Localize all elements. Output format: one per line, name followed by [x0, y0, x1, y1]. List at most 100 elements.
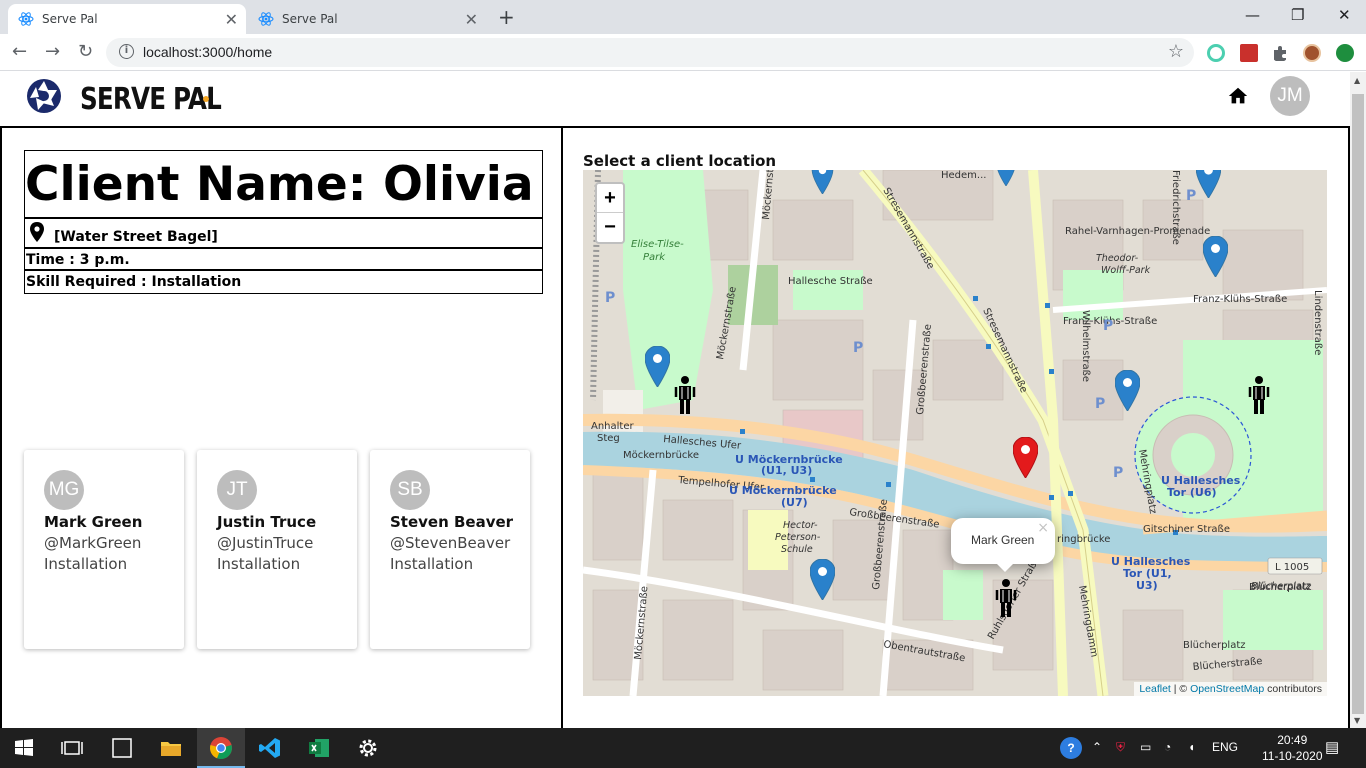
- server-card[interactable]: SB Steven Beaver @StevenBeaver Installat…: [370, 450, 530, 649]
- wifi-icon[interactable]: ◔: [1164, 740, 1171, 754]
- home-icon[interactable]: [1227, 85, 1249, 107]
- server-handle: @StevenBeaver: [390, 534, 511, 552]
- antivirus-icon[interactable]: ⛨: [1116, 740, 1125, 755]
- aperture-logo-icon: [27, 79, 61, 113]
- server-worker-icon[interactable]: [995, 578, 1017, 618]
- location-pin-icon: [30, 222, 44, 242]
- tray-chevron-up-icon[interactable]: ⌃: [1092, 740, 1102, 754]
- map-label: Lindenstraße: [1312, 290, 1323, 355]
- server-worker-icon[interactable]: [674, 375, 696, 415]
- language-indicator[interactable]: ENG: [1212, 740, 1238, 754]
- zoom-out-button[interactable]: −: [597, 213, 623, 242]
- zoom-in-button[interactable]: +: [597, 184, 623, 213]
- map-label: Anhalter: [591, 421, 634, 432]
- scroll-down-icon[interactable]: ▼: [1354, 716, 1360, 725]
- svg-text:P: P: [853, 340, 863, 356]
- reload-icon[interactable]: ↻: [78, 41, 93, 62]
- app-window-icon[interactable]: [110, 736, 134, 760]
- map-label: Hector-: [783, 520, 818, 531]
- browser-tab-2[interactable]: Serve Pal ✕: [248, 4, 486, 34]
- osm-link[interactable]: OpenStreetMap: [1190, 683, 1264, 695]
- new-tab-button[interactable]: +: [498, 5, 515, 29]
- volume-icon[interactable]: ◖: [1188, 740, 1195, 754]
- notification-icon[interactable]: ▤: [1325, 738, 1339, 756]
- profile-avatar-icon[interactable]: [1303, 44, 1321, 62]
- scroll-up-icon[interactable]: ▲: [1354, 76, 1360, 85]
- browser-toolbar: ← → ↻ i localhost:3000/home ☆: [0, 34, 1366, 71]
- extension-icon[interactable]: [1240, 44, 1258, 62]
- attribution-tail: contributors: [1264, 683, 1322, 695]
- battery-icon[interactable]: ▭: [1140, 740, 1151, 754]
- map-label: Tor (U6): [1167, 486, 1217, 499]
- react-icon: [18, 12, 34, 26]
- location-marker-icon[interactable]: [1196, 170, 1221, 198]
- user-avatar[interactable]: JM: [1270, 76, 1310, 116]
- server-worker-icon[interactable]: [1248, 375, 1270, 415]
- map-label: (U7): [781, 496, 808, 509]
- location-marker-icon[interactable]: [1203, 236, 1228, 277]
- client-location-row: [Water Street Bagel]: [25, 219, 542, 249]
- location-marker-icon[interactable]: [1115, 370, 1140, 411]
- map-label: Theodor-: [1096, 253, 1139, 264]
- map-title: Select a client location: [583, 152, 777, 170]
- map-label: Peterson-: [775, 532, 821, 543]
- map-panel: Select a client location Hallesches Ufer…: [563, 128, 1350, 728]
- scrollbar-thumb[interactable]: [1352, 94, 1364, 714]
- location-marker-icon[interactable]: [996, 170, 1016, 186]
- server-card[interactable]: MG Mark Green @MarkGreen Installation: [24, 450, 184, 649]
- server-handle: @JustinTruce: [217, 534, 314, 552]
- client-panel: Client Name: Olivia [Water Street Bagel]…: [0, 128, 563, 728]
- task-view-icon[interactable]: [60, 736, 84, 760]
- map-popup: Mark Green ×: [951, 518, 1055, 572]
- popup-close-icon[interactable]: ×: [1037, 520, 1049, 536]
- location-marker-icon[interactable]: [645, 346, 670, 387]
- brand-name[interactable]: SERVE PAL: [80, 82, 222, 117]
- map-label: Friedrichstraße: [1170, 170, 1181, 245]
- file-explorer-icon[interactable]: [159, 736, 183, 760]
- map-label: Steg: [597, 433, 620, 444]
- popup-tip: [995, 562, 1015, 572]
- location-marker-icon[interactable]: [810, 559, 835, 600]
- address-bar[interactable]: i localhost:3000/home ☆: [106, 38, 1194, 67]
- server-card[interactable]: JT Justin Truce @JustinTruce Installatio…: [197, 450, 357, 649]
- puzzle-icon[interactable]: [1271, 44, 1289, 62]
- client-name: Client Name: Olivia: [25, 151, 542, 219]
- update-icon[interactable]: [1336, 44, 1354, 62]
- windows-start-icon[interactable]: [12, 736, 36, 760]
- vscode-icon[interactable]: [258, 736, 282, 760]
- url-text[interactable]: localhost:3000/home: [143, 44, 272, 60]
- avatar: MG: [44, 470, 84, 510]
- minimize-icon[interactable]: —: [1245, 6, 1260, 24]
- browser-tab-title: Serve Pal: [282, 12, 338, 26]
- info-icon[interactable]: i: [119, 44, 134, 59]
- server-skill: Installation: [217, 555, 301, 573]
- taskbar-clock[interactable]: 20:49 11-10-2020: [1262, 732, 1323, 764]
- extension-icon[interactable]: [1207, 44, 1225, 62]
- brand-dot: [203, 96, 209, 102]
- client-time: Time : 3 p.m.: [25, 249, 542, 271]
- zoom-control: + −: [595, 182, 625, 244]
- forward-arrow-icon[interactable]: →: [45, 41, 60, 62]
- map-label: Hedem...: [941, 170, 986, 181]
- bookmark-star-icon[interactable]: ☆: [1168, 41, 1184, 62]
- leaflet-link[interactable]: Leaflet: [1139, 683, 1171, 695]
- window-close-icon[interactable]: ✕: [1338, 6, 1351, 24]
- map-label: Rahel-Varnhagen-Promenade: [1065, 226, 1210, 237]
- server-skill: Installation: [44, 555, 128, 573]
- settings-gear-icon[interactable]: [356, 736, 380, 760]
- browser-tab-1[interactable]: Serve Pal ✕: [8, 4, 246, 34]
- help-icon[interactable]: ?: [1060, 737, 1082, 759]
- close-tab-icon[interactable]: ✕: [465, 10, 478, 29]
- map-label: Franz-Klühs-Straße: [1193, 294, 1287, 305]
- excel-icon[interactable]: [307, 736, 331, 760]
- page-scrollbar[interactable]: ▲ ▼: [1350, 72, 1366, 728]
- back-arrow-icon[interactable]: ←: [12, 41, 27, 62]
- client-location-map[interactable]: Hallesches Ufer Möckernbrücke Tempelhofe…: [583, 170, 1327, 696]
- close-tab-icon[interactable]: ✕: [225, 10, 238, 29]
- windows-taskbar: ? ⌃ ⛨ ▭ ◔ ◖ ENG 20:49 11-10-2020 ▤: [0, 728, 1366, 768]
- server-name: Justin Truce: [217, 513, 317, 531]
- location-marker-icon[interactable]: [810, 170, 835, 194]
- chrome-icon[interactable]: [209, 736, 233, 760]
- restore-icon[interactable]: ❐: [1291, 6, 1304, 24]
- selected-location-marker-icon[interactable]: [1013, 437, 1038, 478]
